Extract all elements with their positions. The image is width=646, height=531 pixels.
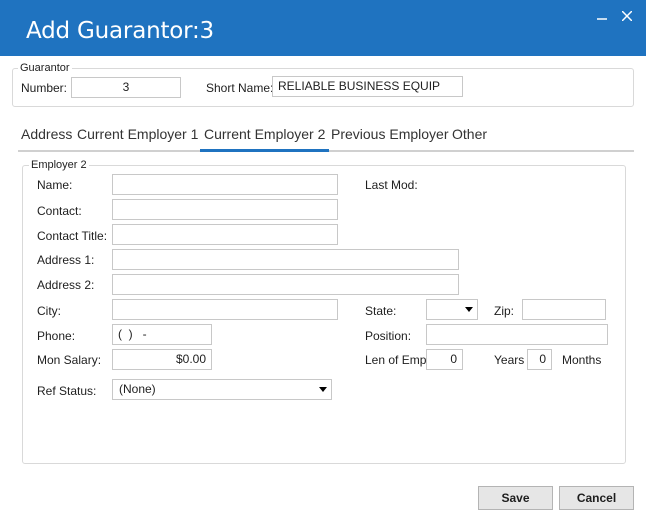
mon-salary-label: Mon Salary: — [37, 353, 102, 367]
title-bar: Add Guarantor:3 — [0, 0, 646, 56]
minimize-icon[interactable] — [592, 6, 612, 26]
city-field[interactable] — [112, 299, 338, 320]
close-icon[interactable] — [617, 6, 637, 26]
tab-current-employer-2[interactable]: Current Employer 2 — [204, 126, 325, 142]
number-field[interactable]: 3 — [71, 77, 181, 98]
last-mod-label: Last Mod: — [365, 178, 418, 192]
ref-status-value: (None) — [119, 382, 156, 396]
position-label: Position: — [365, 329, 412, 343]
address-1-label: Address 1: — [37, 253, 95, 267]
zip-label: Zip: — [494, 304, 515, 318]
tab-current-employer-1[interactable]: Current Employer 1 — [77, 126, 198, 142]
len-of-emp-label: Len of Emp: — [365, 353, 430, 367]
tab-previous-employer[interactable]: Previous Employer — [331, 126, 449, 142]
number-label: Number: — [21, 81, 68, 95]
tab-other[interactable]: Other — [452, 126, 487, 142]
guarantor-legend: Guarantor — [18, 62, 72, 74]
chevron-down-icon — [465, 307, 473, 312]
address-2-field[interactable] — [112, 274, 459, 295]
phone-label: Phone: — [37, 329, 76, 343]
mon-salary-field[interactable]: $0.00 — [112, 349, 212, 370]
ref-status-select[interactable]: (None) — [112, 379, 332, 400]
active-tab-indicator — [200, 149, 329, 152]
ref-status-label: Ref Status: — [37, 384, 97, 398]
state-label: State: — [365, 304, 397, 318]
address-2-label: Address 2: — [37, 278, 95, 292]
address-1-field[interactable] — [112, 249, 459, 270]
short-name-field[interactable]: RELIABLE BUSINESS EQUIP — [272, 76, 463, 97]
contact-label: Contact: — [37, 204, 82, 218]
chevron-down-icon — [319, 387, 327, 392]
position-field[interactable] — [426, 324, 608, 345]
months-label: Months — [562, 353, 602, 367]
window-title: Add Guarantor:3 — [26, 18, 214, 44]
contact-title-field[interactable] — [112, 224, 338, 245]
save-button[interactable]: Save — [478, 486, 553, 510]
zip-field[interactable] — [522, 299, 606, 320]
contact-field[interactable] — [112, 199, 338, 220]
tab-address[interactable]: Address — [21, 126, 72, 142]
state-select[interactable] — [426, 299, 478, 320]
months-field[interactable]: 0 — [527, 349, 552, 370]
short-name-label: Short Name: — [206, 81, 274, 95]
employer-legend: Employer 2 — [29, 159, 89, 171]
phone-field[interactable]: ( ) - — [112, 324, 212, 345]
name-field[interactable] — [112, 174, 338, 195]
contact-title-label: Contact Title: — [37, 229, 108, 243]
city-label: City: — [37, 304, 61, 318]
name-label: Name: — [37, 178, 73, 192]
years-label: Years — [494, 353, 525, 367]
years-field[interactable]: 0 — [426, 349, 463, 370]
cancel-button[interactable]: Cancel — [559, 486, 634, 510]
